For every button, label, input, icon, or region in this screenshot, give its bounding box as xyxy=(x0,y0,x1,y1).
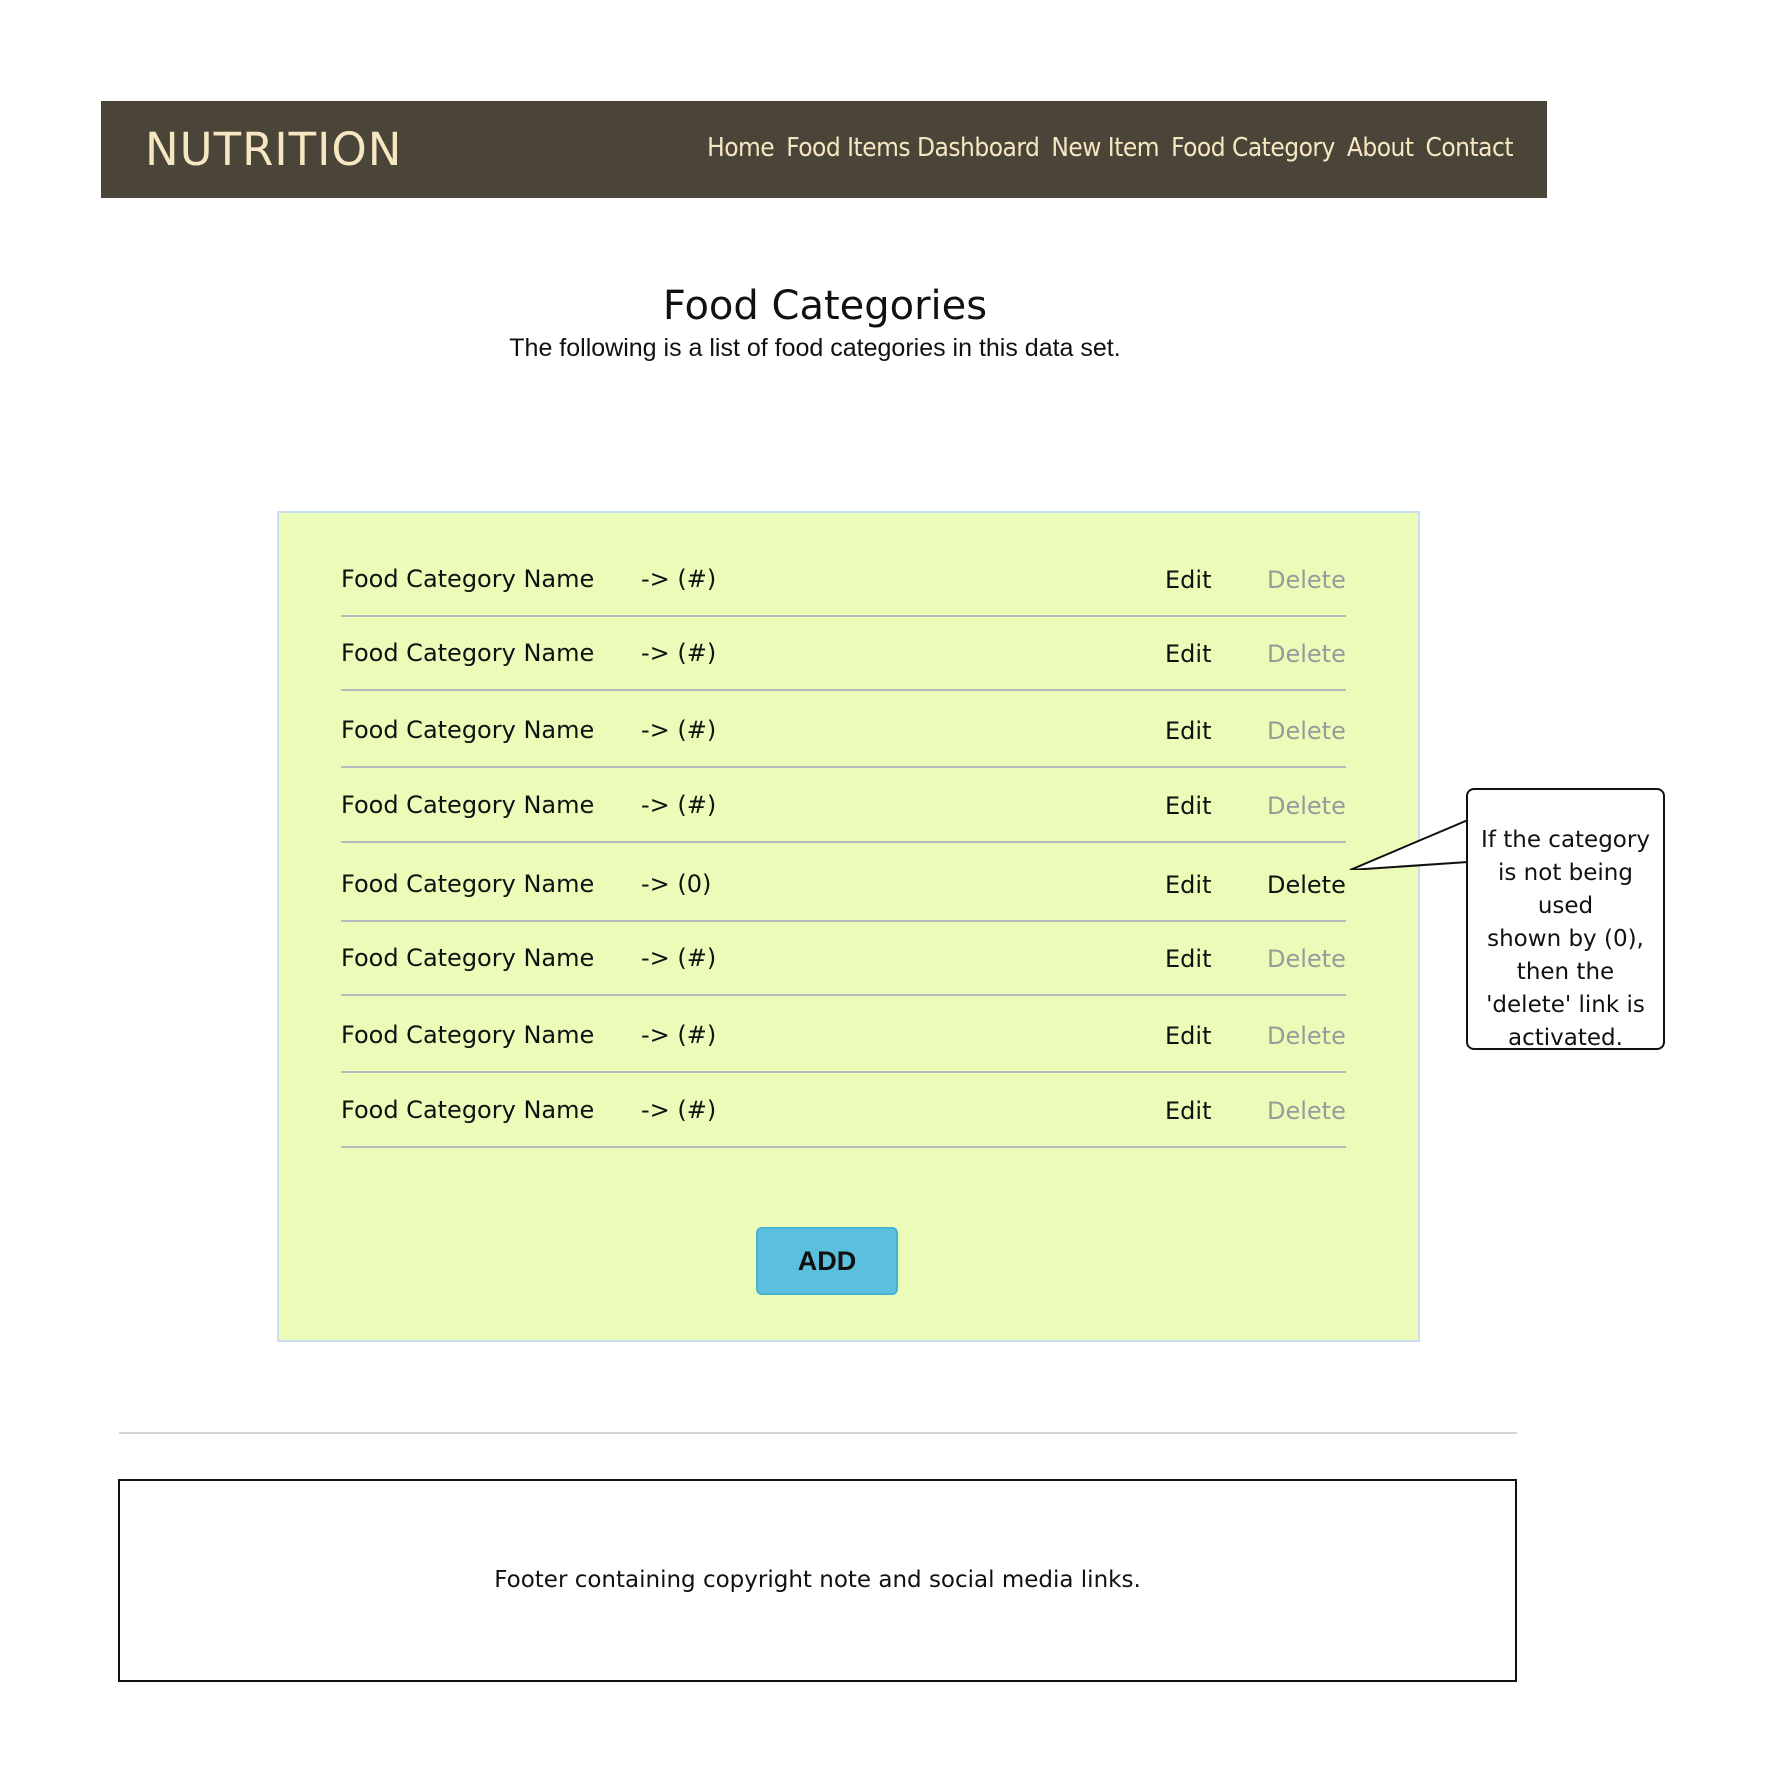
delete-link: Delete xyxy=(1267,640,1346,668)
callout-line: activated. xyxy=(1508,1025,1623,1051)
category-row: Food Category Name -> (#) Edit Delete xyxy=(341,617,1346,691)
category-row: Food Category Name -> (0) Edit Delete xyxy=(341,848,1346,922)
category-item-count: -> (#) xyxy=(641,639,717,667)
category-item-count: -> (#) xyxy=(641,716,717,744)
edit-link[interactable]: Edit xyxy=(1165,871,1211,899)
nav-contact[interactable]: Contact xyxy=(1426,133,1514,163)
callout-pointer xyxy=(1349,820,1469,870)
category-item-count: -> (0) xyxy=(641,870,712,898)
nav-links: Home Food Items Dashboard New Item Food … xyxy=(707,133,1513,163)
category-row: Food Category Name -> (#) Edit Delete xyxy=(341,694,1346,768)
callout-line: 'delete' link is xyxy=(1486,992,1645,1018)
edit-link[interactable]: Edit xyxy=(1165,717,1211,745)
edit-link[interactable]: Edit xyxy=(1165,1022,1211,1050)
callout-line: shown by (0), xyxy=(1487,926,1644,952)
category-name: Food Category Name xyxy=(341,716,595,744)
category-item-count: -> (#) xyxy=(641,1021,717,1049)
category-row: Food Category Name -> (#) Edit Delete xyxy=(341,1074,1346,1148)
category-name: Food Category Name xyxy=(341,870,595,898)
delete-link: Delete xyxy=(1267,1022,1346,1050)
category-item-count: -> (#) xyxy=(641,1096,717,1124)
page-title: Food Categories xyxy=(662,283,988,329)
annotation-callout: If the category is not being used shown … xyxy=(1466,788,1665,1051)
edit-link[interactable]: Edit xyxy=(1165,566,1211,594)
edit-link[interactable]: Edit xyxy=(1165,640,1211,668)
category-item-count: -> (#) xyxy=(641,565,717,593)
category-row: Food Category Name -> (#) Edit Delete xyxy=(341,922,1346,996)
category-item-count: -> (#) xyxy=(641,791,717,819)
category-name: Food Category Name xyxy=(341,565,595,593)
nav-food-category[interactable]: Food Category xyxy=(1171,133,1335,163)
edit-link[interactable]: Edit xyxy=(1165,945,1211,973)
footer-text: Footer containing copyright note and soc… xyxy=(494,1567,1141,1593)
delete-link: Delete xyxy=(1267,717,1346,745)
callout-line: then the xyxy=(1516,959,1615,985)
delete-link: Delete xyxy=(1267,792,1346,820)
category-name: Food Category Name xyxy=(341,639,595,667)
delete-link: Delete xyxy=(1267,945,1346,973)
page-subtitle: The following is a list of food categori… xyxy=(509,334,1121,362)
category-name: Food Category Name xyxy=(341,944,595,972)
callout-line: is not being used xyxy=(1498,860,1633,919)
category-row: Food Category Name -> (#) Edit Delete xyxy=(341,543,1346,617)
category-name: Food Category Name xyxy=(341,1096,595,1124)
category-list-panel: Food Category Name -> (#) Edit Delete Fo… xyxy=(277,511,1420,1342)
navbar: NUTRITION Home Food Items Dashboard New … xyxy=(101,101,1547,198)
nav-home[interactable]: Home xyxy=(707,133,775,163)
delete-link: Delete xyxy=(1267,1097,1346,1125)
nav-new-item[interactable]: New Item xyxy=(1051,133,1159,163)
footer: Footer containing copyright note and soc… xyxy=(118,1479,1517,1682)
edit-link[interactable]: Edit xyxy=(1165,1097,1211,1125)
add-button[interactable]: ADD xyxy=(756,1227,898,1295)
edit-link[interactable]: Edit xyxy=(1165,792,1211,820)
category-row: Food Category Name -> (#) Edit Delete xyxy=(341,769,1346,843)
category-row: Food Category Name -> (#) Edit Delete xyxy=(341,999,1346,1073)
delete-link: Delete xyxy=(1267,566,1346,594)
category-name: Food Category Name xyxy=(341,791,595,819)
brand-logo[interactable]: NUTRITION xyxy=(145,123,402,176)
callout-line: If the category xyxy=(1481,827,1650,853)
footer-divider xyxy=(119,1432,1517,1434)
nav-about[interactable]: About xyxy=(1347,133,1414,163)
category-name: Food Category Name xyxy=(341,1021,595,1049)
category-item-count: -> (#) xyxy=(641,944,717,972)
nav-food-items-dashboard[interactable]: Food Items Dashboard xyxy=(786,133,1040,163)
delete-link[interactable]: Delete xyxy=(1267,871,1346,899)
